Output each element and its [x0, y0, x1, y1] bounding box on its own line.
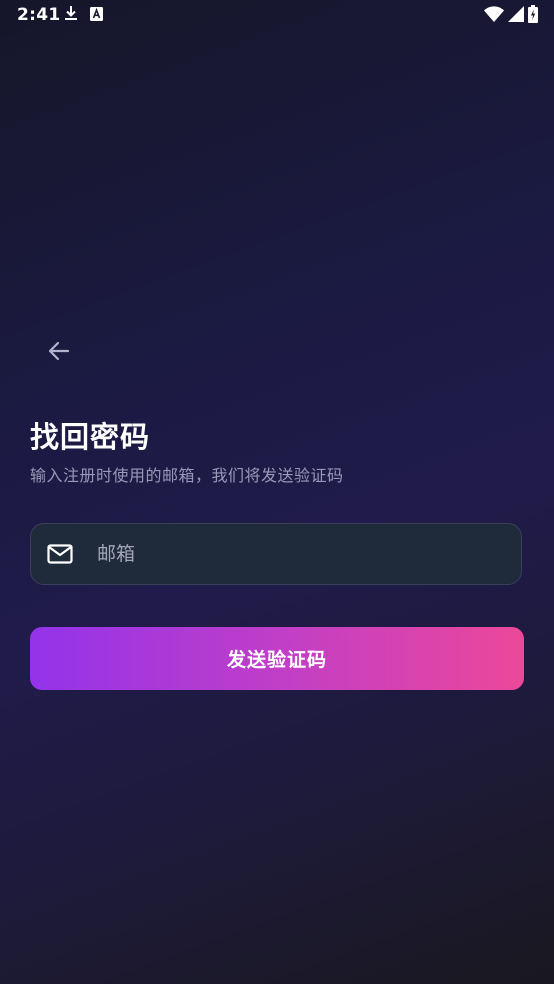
- wifi-icon: [484, 6, 504, 26]
- status-bar: 2:41: [0, 0, 554, 30]
- email-field[interactable]: [30, 523, 522, 585]
- status-time: 2:41: [17, 5, 61, 25]
- signal-icon: [508, 6, 524, 26]
- keyboard-a-icon: [90, 6, 103, 25]
- page-subtitle: 输入注册时使用的邮箱，我们将发送验证码: [30, 466, 344, 485]
- status-left-icons: [64, 5, 103, 25]
- status-right-icons: [484, 5, 538, 27]
- email-input[interactable]: [95, 533, 521, 575]
- arrow-left-icon: [48, 341, 70, 365]
- forgot-password-screen: 2:41 找回密码 输入注册时使用的邮箱，我们将发送验证码 邮箱 发送验证码: [0, 0, 554, 984]
- send-code-button[interactable]: 发送验证码: [30, 627, 524, 690]
- page-title: 找回密码: [30, 420, 151, 454]
- back-button[interactable]: [40, 334, 78, 372]
- mail-icon: [47, 541, 73, 567]
- download-icon: [64, 5, 78, 25]
- battery-icon: [528, 5, 538, 27]
